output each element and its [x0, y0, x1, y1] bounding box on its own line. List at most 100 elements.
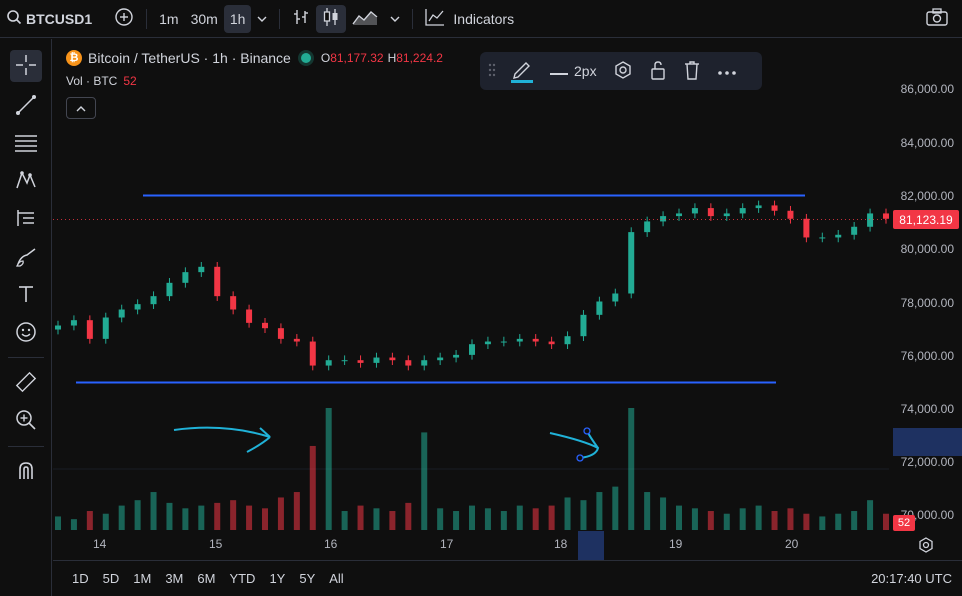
- volume-bar: [405, 502, 412, 530]
- indicators-button[interactable]: Indicators: [419, 5, 520, 33]
- price-chart[interactable]: [53, 39, 962, 560]
- candle-body: [771, 205, 778, 211]
- camera-icon: [926, 8, 948, 29]
- grip-icon: [488, 63, 496, 80]
- range-3m-button[interactable]: 3M: [158, 571, 190, 586]
- price-axis-selection-highlight: [893, 428, 962, 456]
- candle-body: [134, 304, 141, 310]
- plus-circle-icon: [114, 7, 134, 30]
- price-label: 86,000.00: [900, 82, 954, 96]
- chart-type-dropdown-button[interactable]: [384, 5, 406, 33]
- candle-body: [389, 357, 396, 361]
- range-1d-button[interactable]: 1D: [65, 571, 96, 586]
- line-width-button[interactable]: 2px: [542, 52, 605, 90]
- candle-body: [500, 341, 507, 343]
- volume-bar: [851, 511, 858, 530]
- candle-body: [309, 341, 316, 366]
- candle-body: [612, 293, 619, 302]
- range-1m-button[interactable]: 1M: [126, 571, 158, 586]
- market-status-dot[interactable]: [300, 53, 311, 63]
- range-1y-button[interactable]: 1Y: [262, 571, 292, 586]
- time-label: 19: [669, 537, 683, 551]
- pencil-icon: [510, 57, 534, 86]
- drawing-settings-button[interactable]: [605, 52, 641, 90]
- range-6m-button[interactable]: 6M: [190, 571, 222, 586]
- range-all-button[interactable]: All: [322, 571, 350, 586]
- settings-icon: [613, 60, 633, 83]
- more-options-button[interactable]: [709, 52, 745, 90]
- ruler-icon: [15, 371, 37, 396]
- range-ytd-button[interactable]: YTD: [222, 571, 262, 586]
- utc-clock[interactable]: 20:17:40 UTC: [871, 571, 952, 586]
- delete-drawing-button[interactable]: [675, 52, 709, 90]
- candle-body: [787, 210, 794, 219]
- volume-bar: [883, 513, 889, 530]
- volume-bar: [214, 502, 221, 530]
- volume-label[interactable]: Vol · BTC: [66, 74, 117, 88]
- compare-symbol-button[interactable]: [108, 5, 140, 33]
- pattern-tool-button[interactable]: [10, 165, 42, 197]
- collapse-legend-button[interactable]: [66, 97, 96, 119]
- candle-body: [118, 309, 125, 318]
- brush-tool-button[interactable]: [10, 242, 42, 274]
- candle-body: [325, 360, 332, 366]
- range-5d-button[interactable]: 5D: [96, 571, 127, 586]
- annotation-handle[interactable]: [583, 427, 591, 435]
- annotation-arrow-right[interactable]: [549, 430, 600, 459]
- symbol-search[interactable]: BTCUSD1: [0, 5, 98, 33]
- candle-body: [214, 266, 221, 297]
- volume-bar: [341, 511, 348, 530]
- brush-icon: [15, 246, 37, 271]
- volume-tag: 52: [893, 515, 915, 531]
- bar-chart-type-button[interactable]: [286, 5, 316, 33]
- candle-body: [182, 272, 189, 283]
- time-label: 20: [785, 537, 799, 551]
- annotation-handle[interactable]: [576, 454, 584, 462]
- candle-body: [277, 328, 284, 339]
- candle-body: [883, 213, 889, 219]
- volume-bar: [787, 508, 794, 530]
- volume-bar: [198, 505, 205, 530]
- volume-bar: [55, 516, 61, 530]
- volume-bar: [70, 519, 77, 530]
- candle-body: [851, 226, 858, 235]
- candle-body: [867, 213, 874, 227]
- interval-dropdown-button[interactable]: [251, 5, 273, 33]
- top-toolbar: BTCUSD1 1m 30m 1h Indicators: [0, 0, 962, 38]
- series-title[interactable]: Bitcoin / TetherUS · 1h · Binance: [88, 50, 291, 66]
- interval-1h[interactable]: 1h: [223, 4, 252, 33]
- interval-1m[interactable]: 1m: [153, 5, 184, 33]
- area-chart-type-button[interactable]: [346, 5, 384, 33]
- fib-tool-button[interactable]: [10, 128, 42, 160]
- magnet-tool-button[interactable]: [10, 456, 42, 488]
- volume-bar: [739, 508, 746, 530]
- interval-30m[interactable]: 30m: [185, 5, 224, 33]
- candle-body: [293, 338, 300, 342]
- zoom-tool-button[interactable]: [10, 405, 42, 437]
- forecast-icon: [15, 207, 37, 232]
- candle-body: [437, 357, 444, 361]
- lock-drawing-button[interactable]: [641, 52, 675, 90]
- candle-body: [516, 338, 523, 342]
- toolbar-divider: [146, 8, 148, 29]
- emoji-tool-button[interactable]: [10, 317, 42, 349]
- trend-line-tool-button[interactable]: [10, 90, 42, 122]
- indicators-icon: [425, 8, 445, 29]
- candle-body: [723, 213, 730, 217]
- crosshair-tool-button[interactable]: [10, 50, 42, 82]
- volume-bar: [166, 502, 173, 530]
- text-tool-button[interactable]: [10, 279, 42, 311]
- axis-settings-button[interactable]: [918, 537, 934, 556]
- screenshot-button[interactable]: [920, 5, 954, 33]
- candle-body: [86, 320, 93, 339]
- annotation-arrow-left[interactable]: [173, 426, 271, 453]
- range-5y-button[interactable]: 5Y: [292, 571, 322, 586]
- forecasting-tool-button[interactable]: [10, 203, 42, 235]
- measure-tool-button[interactable]: [10, 367, 42, 399]
- volume-bar: [389, 511, 396, 530]
- candle-body: [691, 208, 698, 214]
- line-color-button[interactable]: [502, 52, 542, 90]
- drag-handle[interactable]: [480, 52, 502, 90]
- volume-bar: [150, 492, 157, 530]
- candles-chart-type-button[interactable]: [316, 4, 347, 33]
